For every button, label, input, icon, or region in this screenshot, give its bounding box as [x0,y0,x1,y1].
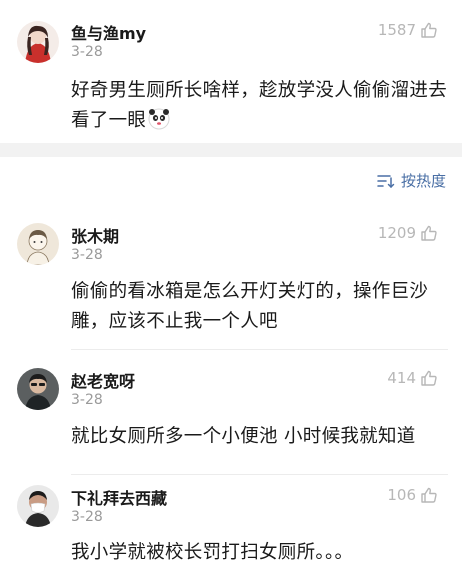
thumbs-up-icon [420,21,438,39]
avatar[interactable] [17,223,59,265]
comment-text: 我小学就被校长罚打扫女厕所。。。 [71,542,354,563]
like-count: 1587 [377,21,416,39]
sort-lines-icon [376,173,396,189]
commenter-name[interactable]: 下礼拜去西藏 [71,485,167,509]
avatar[interactable] [17,485,59,527]
comment-date: 3-28 [71,509,103,525]
thumbs-up-icon [420,369,438,387]
comment-item: 下礼拜去西藏 3-28 106 我小学就被校长罚打扫女厕所。。。 [0,480,462,576]
like-count: 1209 [377,224,416,242]
comment-text: 好奇男生厕所长啥样，趁放学没人偷偷溜进去看了一眼 [71,76,449,136]
comment-item: 赵老宽呀 3-28 414 就比女厕所多一个小便池 小时候我就知道 [0,363,462,479]
sort-label: 按热度 [400,172,446,190]
comment-item: 张木期 3-28 1209 偷偷的看冰箱是怎么开灯关灯的，操作巨沙雕，应该不止我… [0,218,462,348]
commenter-name[interactable]: 张木期 [71,223,119,247]
like-button[interactable]: 414 [387,369,438,387]
thumbs-up-icon [420,486,438,504]
like-count: 106 [387,486,416,504]
like-count: 414 [387,369,416,387]
comment-date: 3-28 [71,44,103,60]
like-button[interactable]: 1587 [378,21,438,39]
comment-text: 偷偷的看冰箱是怎么开灯关灯的，操作巨沙雕，应该不止我一个人吧 [71,281,429,332]
commenter-name[interactable]: 赵老宽呀 [71,368,135,392]
thumbs-up-icon [420,224,438,242]
like-button[interactable]: 106 [387,486,438,504]
comment-divider [71,474,448,475]
comment-date: 3-28 [71,247,103,263]
avatar[interactable] [17,21,59,63]
comment-divider [71,349,448,350]
commenter-name[interactable]: 鱼与渔my [71,20,146,44]
comment-text-content: 好奇男生厕所长啥样，趁放学没人偷偷溜进去看了一眼 [71,80,448,131]
like-button[interactable]: 1209 [378,224,438,242]
top-comment: 鱼与渔my 3-28 1587 好奇男生厕所长啥样，趁放学没人偷偷溜进去看了一眼 [0,0,462,143]
comment-text: 就比女厕所多一个小便池 小时候我就知道 [71,426,416,447]
sort-button[interactable]: 按热度 [376,170,446,191]
section-divider-band [0,143,462,157]
comment-date: 3-28 [71,392,103,408]
panda-emoji-icon [148,108,170,130]
avatar[interactable] [17,368,59,410]
